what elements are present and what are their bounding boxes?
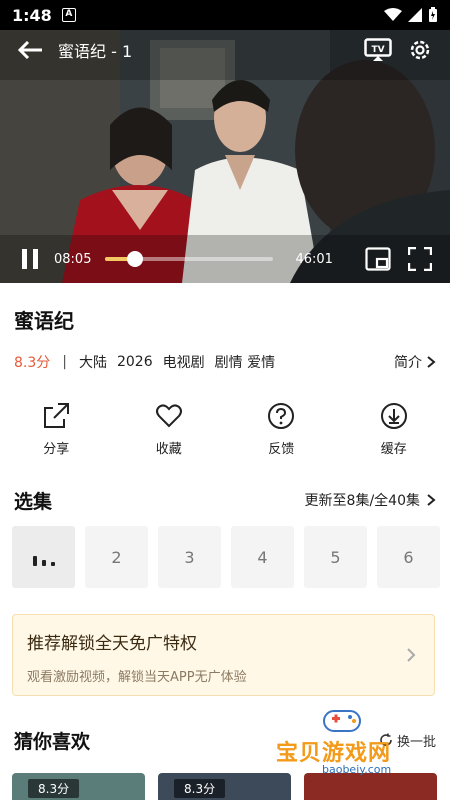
video-player[interactable]: 蜜语纪 - 1 TV 08:05 46:01: [0, 30, 450, 283]
progress-bar[interactable]: [105, 251, 274, 267]
download-icon: [380, 403, 407, 429]
meta-type: 电视剧: [162, 355, 205, 371]
signal-icon: [408, 8, 422, 22]
video-title: 蜜语纪 - 1: [58, 42, 133, 61]
pip-button[interactable]: [364, 245, 392, 273]
share-button[interactable]: 分享: [0, 402, 113, 462]
feedback-label: 反馈: [268, 442, 295, 457]
recommend-card-score: 8.3分: [28, 779, 80, 798]
show-meta: 8.3分 | 大陆 2026 电视剧 剧情 爱情 简介: [14, 350, 436, 374]
wifi-icon: [384, 8, 402, 21]
status-time: 1:48: [12, 5, 52, 25]
chevron-right-icon: [427, 356, 436, 368]
player-top-bar: 蜜语纪 - 1 TV: [0, 30, 450, 70]
recommend-card-score: 8.3分: [174, 779, 226, 798]
share-label: 分享: [43, 442, 70, 457]
episode-list: 2 3 4 5 6: [12, 526, 450, 588]
notification-icon: A: [61, 8, 76, 22]
question-icon: [268, 403, 295, 429]
pip-icon: [365, 247, 391, 271]
favorite-label: 收藏: [155, 442, 182, 457]
chevron-right-icon: [407, 648, 416, 662]
action-bar: 分享 收藏 反馈 缓存: [0, 402, 450, 462]
intro-button[interactable]: 简介: [394, 352, 436, 372]
status-bar: 1:48 A: [0, 0, 450, 30]
fullscreen-icon: [408, 247, 432, 271]
tv-cast-button[interactable]: TV: [364, 36, 392, 64]
score-badge: 8.3分: [14, 355, 51, 371]
meta-genre: 剧情 爱情: [214, 355, 276, 371]
settings-button[interactable]: [406, 36, 434, 64]
tv-label: TV: [371, 45, 384, 55]
promo-subtitle: 观看激励视频，解锁当天APP无广体验: [27, 670, 247, 685]
show-title: 蜜语纪: [14, 309, 74, 333]
meta-region: 大陆: [78, 355, 107, 371]
share-icon: [44, 403, 70, 428]
pause-icon: [22, 249, 38, 269]
episodes-more-button[interactable]: 更新至8集/全40集: [305, 490, 436, 510]
arrow-left-icon: [18, 41, 42, 59]
episode-item-2[interactable]: 2: [85, 526, 148, 588]
episode-item-6[interactable]: 6: [377, 526, 440, 588]
episode-item-1[interactable]: [12, 526, 75, 588]
episode-item-5[interactable]: 5: [304, 526, 367, 588]
battery-icon: [429, 7, 437, 22]
episode-item-3[interactable]: 3: [158, 526, 221, 588]
watermark-url: baobeiy.com: [322, 763, 392, 776]
recommend-card-1[interactable]: 8.3分: [12, 773, 145, 800]
status-icons: [384, 7, 438, 23]
promo-title: 推荐解锁全天免广特权: [27, 634, 197, 654]
ad-free-promo-banner[interactable]: 推荐解锁全天免广特权 观看激励视频，解锁当天APP无广体验: [12, 614, 435, 696]
episodes-more-label: 更新至8集/全40集: [304, 493, 420, 509]
playing-bars-icon: [32, 556, 55, 566]
total-time: 46:01: [295, 251, 333, 267]
tv-icon: TV: [364, 38, 392, 61]
progress-knob[interactable]: [126, 251, 143, 267]
fullscreen-button[interactable]: [406, 245, 434, 273]
back-button[interactable]: [16, 35, 46, 65]
heart-icon: [155, 404, 182, 428]
download-button[interactable]: 缓存: [338, 402, 450, 462]
favorite-button[interactable]: 收藏: [113, 402, 226, 462]
player-controls: 08:05 46:01: [0, 235, 450, 283]
site-watermark: 宝贝游戏网 baobeiy.com: [272, 705, 422, 785]
feedback-button[interactable]: 反馈: [225, 402, 338, 462]
intro-label: 简介: [394, 355, 422, 371]
chevron-right-icon: [427, 494, 436, 506]
gamepad-logo-icon: [323, 710, 361, 732]
gear-icon: [410, 40, 430, 60]
recommend-title: 猜你喜欢: [14, 730, 91, 753]
meta-separator: |: [62, 354, 67, 370]
episodes-title: 选集: [14, 490, 53, 513]
pause-button[interactable]: [16, 245, 44, 273]
meta-year: 2026: [116, 354, 153, 370]
episodes-header: 选集 更新至8集/全40集: [14, 485, 436, 515]
download-label: 缓存: [380, 442, 407, 457]
current-time: 08:05: [54, 251, 92, 267]
episode-item-4[interactable]: 4: [231, 526, 294, 588]
